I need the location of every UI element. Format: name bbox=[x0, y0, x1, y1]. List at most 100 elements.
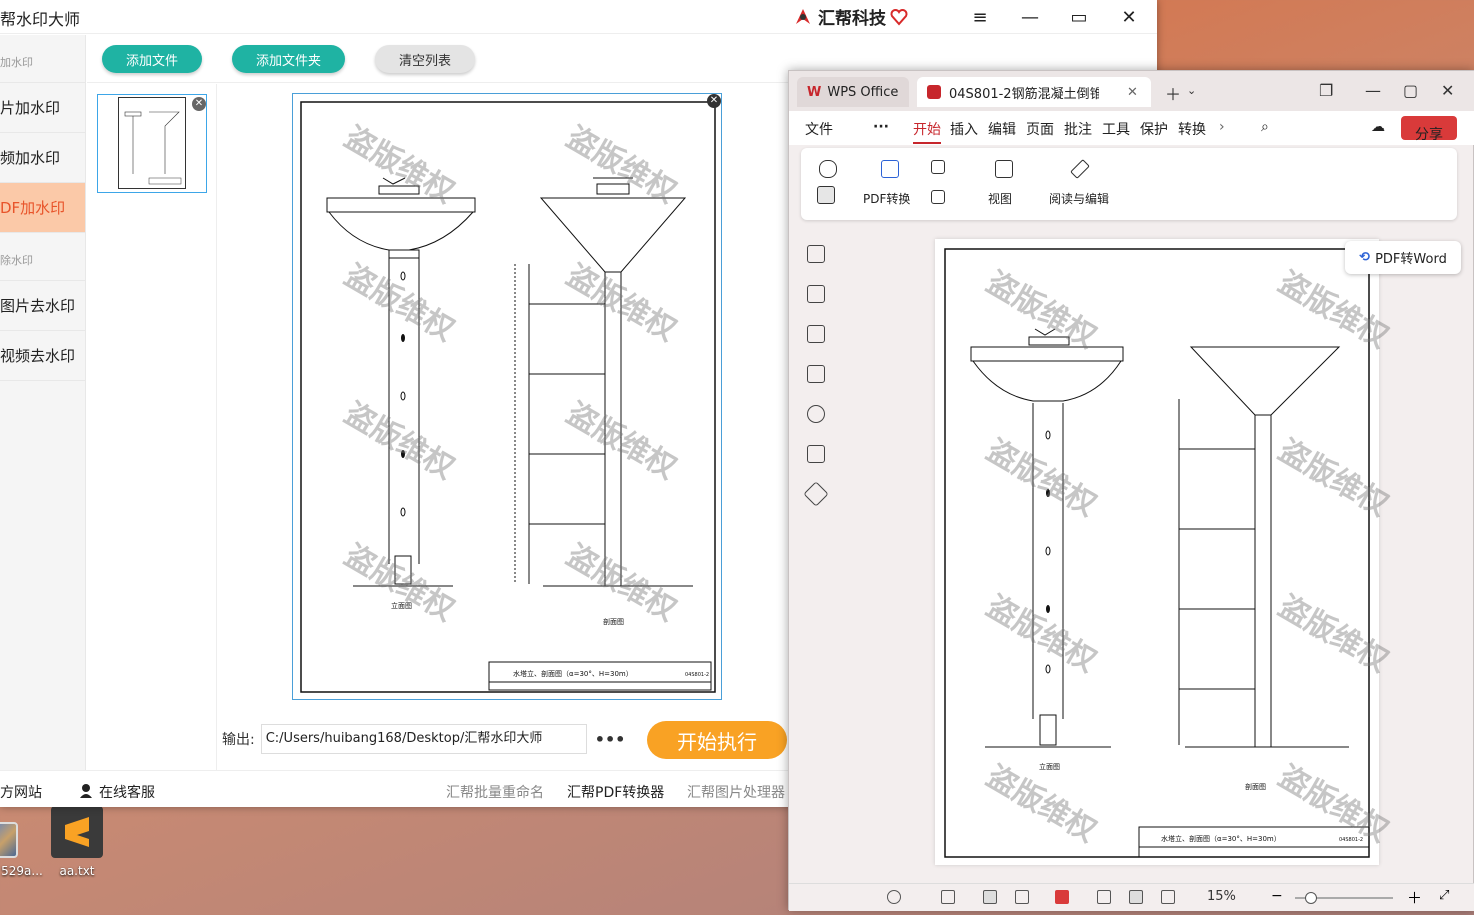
restore-tabs-icon[interactable]: ❐ bbox=[1319, 81, 1333, 100]
footer-link-pdf-converter[interactable]: 汇帮PDF转换器 bbox=[567, 782, 664, 802]
chevron-down-icon[interactable]: ⌄ bbox=[1187, 84, 1196, 97]
add-file-button[interactable]: 添加文件 bbox=[102, 45, 202, 73]
zoom-level[interactable]: 15% bbox=[1207, 889, 1236, 904]
pdf-convert-icon[interactable] bbox=[881, 160, 899, 178]
close-icon[interactable]: ✕ bbox=[1441, 81, 1454, 100]
wps-ribbon: PDF转换 视图 阅读与编辑 bbox=[801, 148, 1457, 220]
layers-icon[interactable] bbox=[803, 481, 829, 507]
signature-icon[interactable] bbox=[807, 445, 825, 463]
sidebar-item-video-watermark[interactable]: 频加水印 bbox=[0, 133, 85, 183]
copy-tool-icon[interactable] bbox=[931, 190, 945, 204]
menu-icon[interactable]: ≡ bbox=[966, 4, 994, 30]
heart-icon bbox=[890, 8, 908, 26]
menu-protect[interactable]: 保护 bbox=[1140, 119, 1168, 139]
sidebar-item-pdf-watermark[interactable]: DF加水印 bbox=[0, 183, 85, 233]
page-thumbnails-icon[interactable] bbox=[807, 325, 825, 343]
play-icon[interactable] bbox=[1055, 890, 1069, 904]
menu-tools[interactable]: 工具 bbox=[1102, 119, 1130, 139]
pen-icon[interactable] bbox=[1070, 159, 1090, 179]
fit-width-icon[interactable] bbox=[941, 890, 955, 904]
wps-tab-bar: W WPS Office 04S801-2钢筋混凝土倒锥 ✕ ＋ ⌄ ❐ — ▢… bbox=[789, 71, 1474, 111]
menu-insert[interactable]: 插入 bbox=[950, 119, 978, 139]
tab-document[interactable]: 04S801-2钢筋混凝土倒锥 ✕ bbox=[917, 77, 1151, 107]
brand: 汇帮科技 bbox=[792, 4, 908, 29]
minimize-icon[interactable]: — bbox=[1365, 81, 1381, 100]
zoom-in-icon[interactable]: ＋ bbox=[1407, 887, 1422, 908]
image-tool-icon[interactable] bbox=[931, 160, 945, 174]
tab-close-icon[interactable]: ✕ bbox=[1127, 85, 1138, 100]
clear-list-button[interactable]: 清空列表 bbox=[375, 45, 475, 73]
tab-label: 04S801-2钢筋混凝土倒锥 bbox=[949, 86, 1099, 102]
wps-window: W WPS Office 04S801-2钢筋混凝土倒锥 ✕ ＋ ⌄ ❐ — ▢… bbox=[788, 70, 1474, 911]
actual-size-icon[interactable] bbox=[1097, 890, 1111, 904]
add-folder-button[interactable]: 添加文件夹 bbox=[232, 45, 345, 73]
maximize-icon[interactable]: ▭ bbox=[1065, 4, 1093, 30]
pdf-to-word-label: PDF转Word bbox=[1375, 252, 1447, 267]
sidebar-item-video-remove[interactable]: 视频去水印 bbox=[0, 331, 85, 381]
hand-tool-icon[interactable] bbox=[819, 160, 837, 178]
image-file-icon bbox=[0, 822, 18, 858]
view-label[interactable]: 视图 bbox=[988, 190, 1012, 207]
zoom-out-icon[interactable]: − bbox=[1271, 888, 1283, 904]
fit-page-icon[interactable] bbox=[1129, 890, 1143, 904]
cloud-icon[interactable]: ☁ bbox=[1371, 119, 1385, 135]
wps-side-panel bbox=[789, 221, 845, 883]
zoom-slider-handle[interactable] bbox=[1305, 892, 1317, 904]
pdf-preview: ✕ 立面图 剖面图 水塔立、剖面图（α=30°、H=30m） 04S801-2 … bbox=[292, 93, 722, 700]
browse-more-button[interactable]: ••• bbox=[595, 730, 626, 749]
new-tab-icon[interactable]: ＋ bbox=[1165, 81, 1181, 105]
menu-more-icon[interactable]: ··· bbox=[873, 119, 889, 135]
menu-convert[interactable]: 转换 bbox=[1178, 119, 1206, 139]
file-thumbnail-list: ✕ bbox=[87, 84, 217, 770]
sublime-text-icon bbox=[51, 806, 103, 858]
rotate-icon[interactable] bbox=[1161, 890, 1175, 904]
menu-page[interactable]: 页面 bbox=[1026, 119, 1054, 139]
sidebar-item-image-remove[interactable]: 图片去水印 bbox=[0, 281, 85, 331]
menu-home[interactable]: 开始 bbox=[913, 119, 941, 144]
remove-file-icon[interactable]: ✕ bbox=[192, 97, 206, 111]
tower-drawing: 立面图 剖面图 水塔立、剖面图（α=30°、H=30m） 04S801-2 bbox=[944, 248, 1370, 858]
maximize-icon[interactable]: ▢ bbox=[1403, 81, 1418, 100]
pdf-to-word-button[interactable]: ⟲ PDF转Word bbox=[1345, 241, 1461, 274]
chevron-right-icon[interactable]: › bbox=[1219, 119, 1225, 135]
read-edit-label[interactable]: 阅读与编辑 bbox=[1049, 190, 1109, 207]
search-icon[interactable]: ⌕ bbox=[1261, 119, 1269, 135]
bookmark-icon[interactable] bbox=[807, 285, 825, 303]
view-icon[interactable] bbox=[995, 160, 1013, 178]
sidebar-item-image-watermark[interactable]: 片加水印 bbox=[0, 83, 85, 133]
pdf-file-icon bbox=[927, 85, 941, 99]
menu-edit[interactable]: 编辑 bbox=[988, 119, 1016, 139]
comment-icon[interactable] bbox=[807, 365, 825, 383]
attachment-icon[interactable] bbox=[807, 405, 825, 423]
app-titlebar: 帮水印大师 汇帮科技 ≡ — ▭ ✕ bbox=[0, 0, 1157, 34]
fullscreen-icon[interactable]: ⤢ bbox=[1439, 888, 1449, 903]
tab-wps-home[interactable]: W WPS Office bbox=[797, 77, 909, 107]
close-icon[interactable]: ✕ bbox=[1115, 4, 1143, 30]
share-button[interactable]: 分享 bbox=[1401, 116, 1457, 143]
start-button[interactable]: 开始执行 bbox=[647, 721, 787, 759]
preview-close-icon[interactable]: ✕ bbox=[707, 94, 721, 108]
footer-link-rename[interactable]: 汇帮批量重命名 bbox=[446, 782, 544, 802]
eye-icon[interactable] bbox=[887, 890, 901, 904]
outline-icon[interactable] bbox=[807, 245, 825, 263]
single-page-icon[interactable] bbox=[983, 890, 997, 904]
file-thumbnail[interactable]: ✕ bbox=[97, 94, 207, 193]
tower-drawing: 立面图 剖面图 水塔立、剖面图（α=30°、H=30m） 04S801-2 bbox=[300, 101, 716, 693]
app-title: 帮水印大师 bbox=[0, 10, 81, 29]
official-website-link[interactable]: 方网站 bbox=[0, 782, 42, 802]
title-block-text: 水塔立、剖面图（α=30°、H=30m） bbox=[1161, 834, 1281, 843]
desktop-icon-image[interactable]: 529a... bbox=[0, 806, 52, 878]
select-tool-icon[interactable] bbox=[817, 186, 835, 204]
desktop-icon-text[interactable]: aa.txt bbox=[47, 806, 107, 878]
pdf-convert-label[interactable]: PDF转换 bbox=[863, 190, 910, 207]
footer-link-image-processor[interactable]: 汇帮图片处理器 bbox=[687, 782, 785, 802]
double-page-icon[interactable] bbox=[1015, 890, 1029, 904]
tab-label: WPS Office bbox=[827, 84, 899, 100]
menu-file[interactable]: 文件 bbox=[805, 119, 833, 139]
output-path-field[interactable]: C:/Users/huibang168/Desktop/汇帮水印大师 bbox=[260, 724, 587, 754]
minimize-icon[interactable]: — bbox=[1016, 4, 1044, 30]
online-service-link[interactable]: 在线客服 bbox=[99, 782, 155, 802]
section-view-label: 剖面图 bbox=[1245, 782, 1266, 791]
sidebar-group-remove: 除水印 bbox=[0, 233, 85, 281]
menu-annotate[interactable]: 批注 bbox=[1064, 119, 1092, 139]
